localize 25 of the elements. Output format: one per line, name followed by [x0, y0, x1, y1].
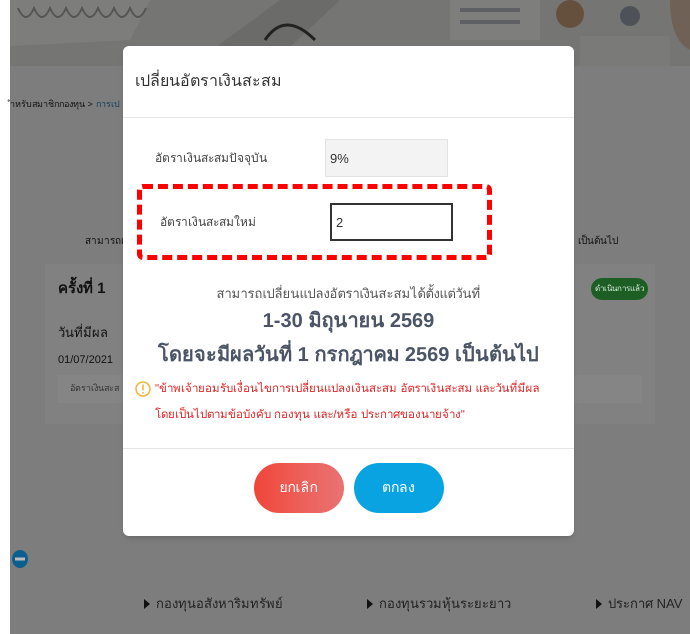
card-title: ครั้งที่ 1 — [58, 278, 106, 300]
dialog-title: เปลี่ยนอัตราเงินสะสม — [135, 70, 282, 94]
notice-text: เป็นต้นไป — [578, 234, 618, 249]
period-text: 1-30 มิถุนายน 2569 — [262, 308, 436, 335]
info-text: สามารถเปลี่ยนแปลงอัตราเงินสะสมได้ตั้งแต่วันที่ — [216, 284, 482, 303]
effective-date-text: โดยจะมีผลวันที่ 1 กรกฎาคม 2569 เป็นต้นไป — [137, 340, 560, 370]
warning-icon — [135, 380, 151, 396]
input-field: 9% — [325, 139, 448, 177]
field-value: 01/07/2021 — [58, 353, 114, 368]
breadcrumb-link[interactable]: การเป — [96, 98, 120, 112]
cancel-button[interactable]: ยกเลิก — [254, 462, 344, 512]
status-badge: ดำเนินการแล้ว — [591, 278, 648, 300]
confirm-button[interactable]: ตกลง — [354, 462, 444, 512]
collapse-icon[interactable] — [12, 550, 28, 568]
field-label: อัตราเงินสะส — [70, 382, 119, 395]
warning-text: "ข้าพเจ้ายอมรับเงื่อนไขการเปลี่ยนแปลงเงินสะสม อัตราเงินสะสม และวันที่มีผล โดยเป็นไปตามข้อบังคับ กองทุน และ/หรือ ประกาศของนายจ้าง" — [155, 376, 562, 428]
field-label: อัตราเงินสะสมใหม่ — [160, 214, 257, 231]
triangle-icon — [596, 598, 602, 609]
notice-text: สามารถเ — [85, 235, 124, 249]
triangle-icon — [144, 598, 150, 609]
input-field[interactable]: 2 — [330, 203, 453, 241]
breadcrumb-text: ำหรับสมาชิกกองทุน > — [10, 98, 93, 112]
triangle-icon — [367, 598, 373, 609]
field-label: อัตราเงินสะสมปัจจุบัน — [155, 150, 268, 167]
field-label: วันที่มีผล — [58, 322, 109, 342]
